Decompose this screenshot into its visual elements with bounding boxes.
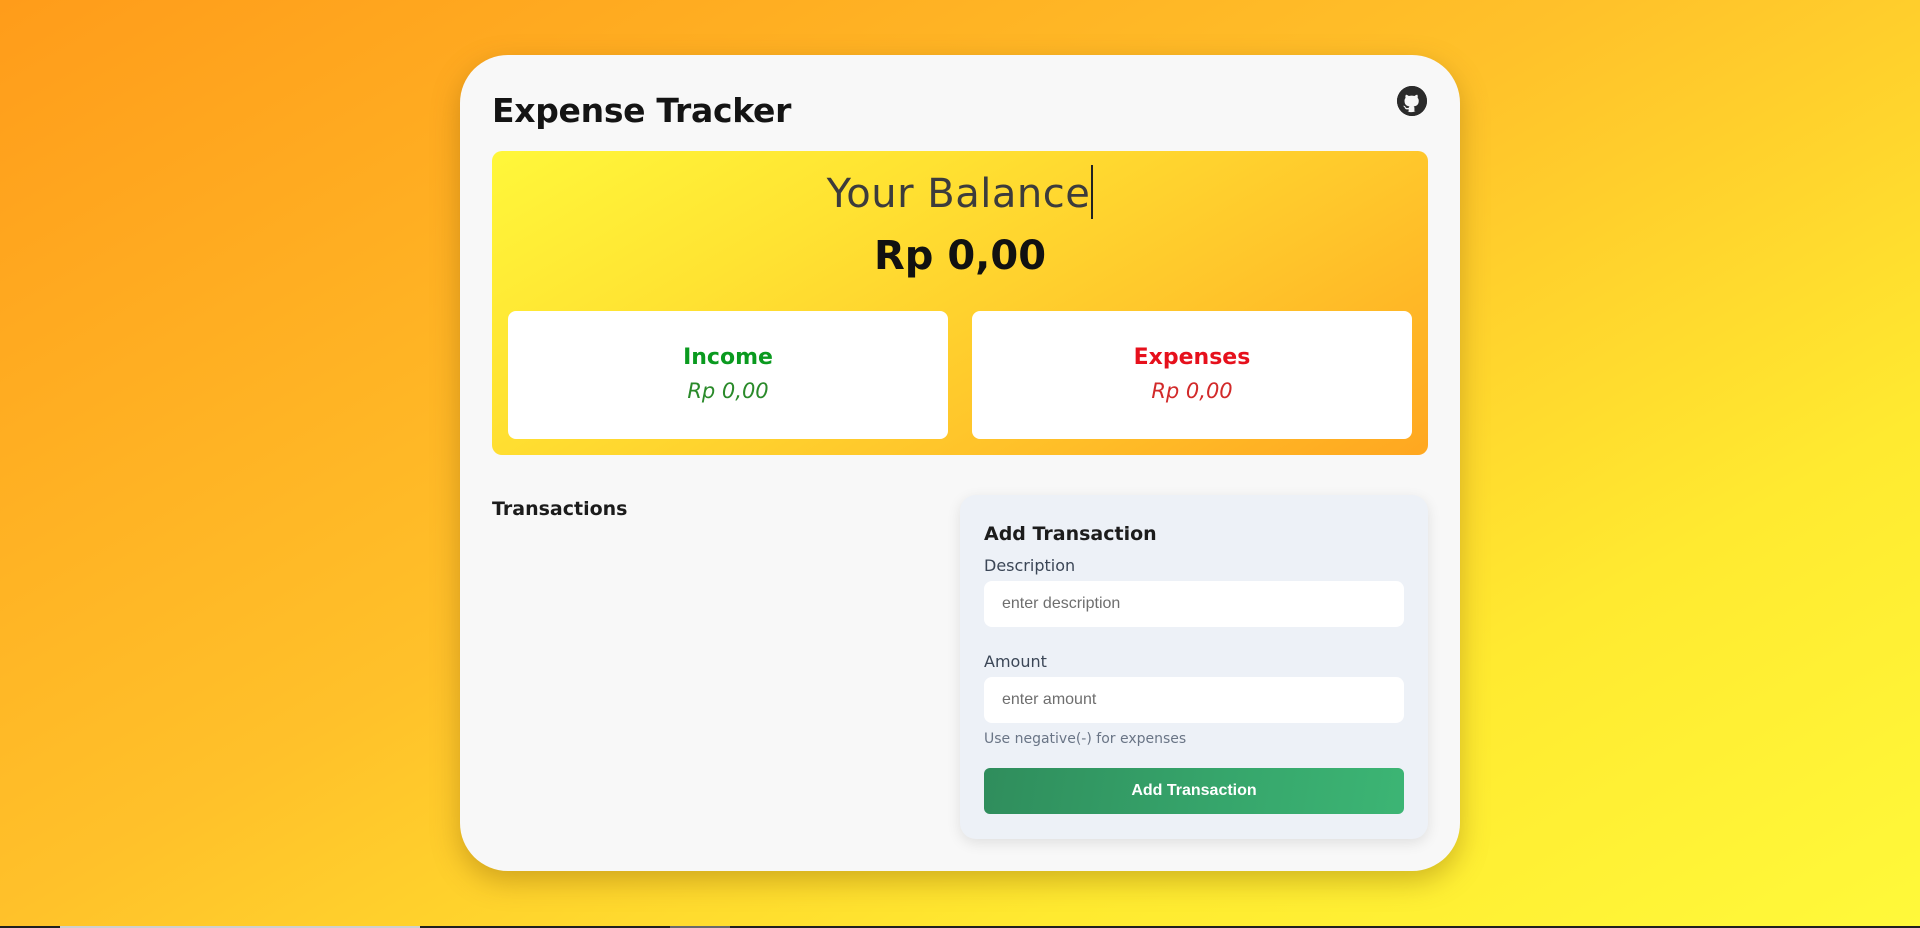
amount-hint: Use negative(-) for expenses bbox=[984, 731, 1187, 747]
income-amount: Rp 0,00 bbox=[687, 379, 769, 403]
description-label: Description bbox=[984, 556, 1076, 575]
description-input[interactable] bbox=[984, 581, 1404, 627]
amount-label: Amount bbox=[984, 652, 1047, 671]
income-label: Income bbox=[683, 345, 773, 370]
balance-panel: Your Balance Rp 0,00 Income Rp 0,00 Expe… bbox=[492, 151, 1428, 455]
expenses-card: Expenses Rp 0,00 bbox=[972, 311, 1412, 439]
expenses-amount: Rp 0,00 bbox=[1151, 379, 1233, 403]
app-title: Expense Tracker bbox=[492, 91, 792, 130]
add-transaction-button[interactable]: Add Transaction bbox=[984, 768, 1404, 814]
income-card: Income Rp 0,00 bbox=[508, 311, 948, 439]
balance-amount: Rp 0,00 bbox=[873, 233, 1047, 279]
form-title: Add Transaction bbox=[984, 523, 1157, 545]
add-transaction-form: Add Transaction Description Amount Use n… bbox=[960, 495, 1428, 839]
balance-label: Your Balance bbox=[492, 165, 1428, 219]
transactions-heading: Transactions bbox=[492, 498, 628, 520]
amount-input[interactable] bbox=[984, 677, 1404, 723]
expenses-label: Expenses bbox=[1133, 345, 1251, 370]
balance-label-text: Your Balance bbox=[826, 171, 1091, 217]
text-cursor bbox=[1091, 165, 1094, 219]
expense-tracker-card: Expense Tracker Your Balance Rp 0,00 Inc… bbox=[460, 55, 1460, 871]
github-icon[interactable] bbox=[1397, 86, 1427, 116]
